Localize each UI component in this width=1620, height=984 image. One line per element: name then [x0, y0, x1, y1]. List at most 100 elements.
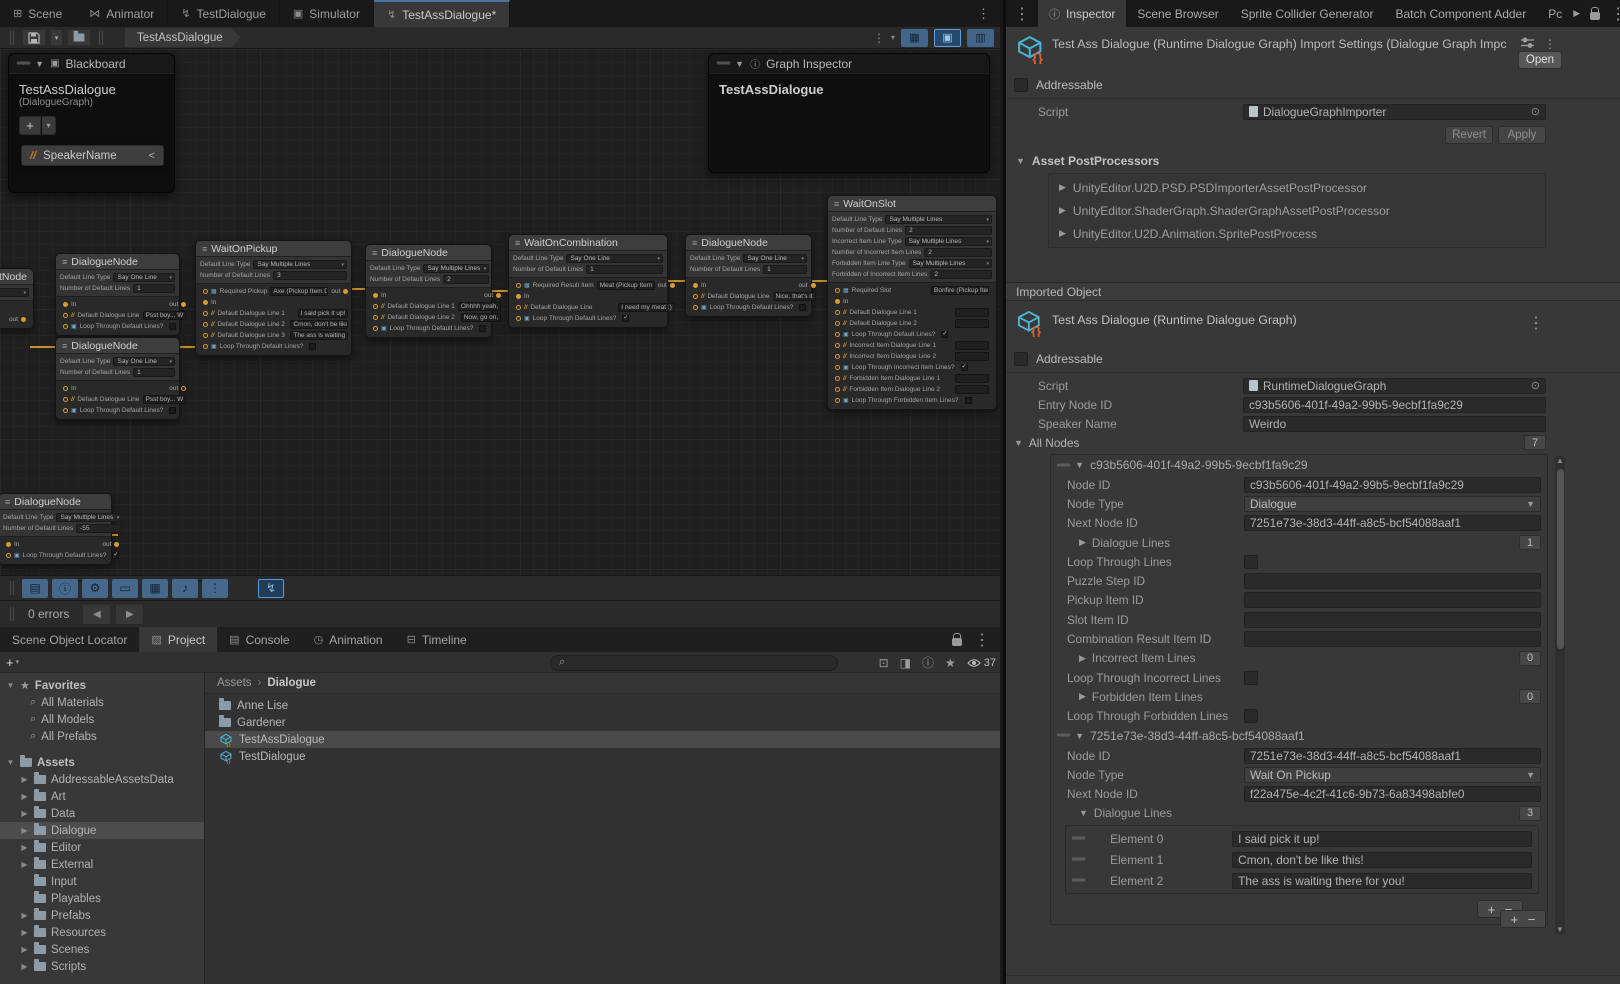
scroll-down-icon[interactable]: ▼ — [1555, 925, 1565, 934]
foldout-caret-icon[interactable]: ▶ — [20, 809, 29, 818]
port[interactable] — [516, 283, 521, 288]
hidden-count-toggle[interactable]: 37 — [967, 657, 996, 669]
tab-scene-object-locator[interactable]: Scene Object Locator — [0, 627, 139, 652]
collapse-caret-icon[interactable]: ▼ — [35, 59, 44, 69]
loop-checkbox[interactable]: ✓ — [112, 552, 119, 559]
tab-scene[interactable]: ⊞Scene — [0, 0, 76, 27]
tree-assets-root[interactable]: ▼Assets — [0, 754, 204, 771]
foldout-caret-icon[interactable]: ▶ — [20, 911, 29, 920]
tree-folder-editor[interactable]: ▶Editor — [0, 839, 204, 856]
file-row-testassdialogue[interactable]: {} TestAssDialogue — [205, 731, 1000, 748]
foldout-caret-icon[interactable]: ▶ — [20, 928, 29, 937]
node-start-partial[interactable]: rtNode out — [0, 268, 34, 329]
file-row-testdialogue[interactable]: {} TestDialogue — [205, 748, 1000, 765]
layout-button[interactable]: ▦ — [142, 579, 168, 598]
tree-all-models[interactable]: ⌕All Models — [0, 711, 204, 728]
port[interactable] — [835, 376, 840, 381]
kebab-menu-icon[interactable]: ⋮ — [974, 630, 990, 650]
tree-folder-scenes[interactable]: ▶Scenes — [0, 941, 204, 958]
node-dialogue-2[interactable]: ≡DialogueNode Default Line TypeSay One L… — [55, 337, 180, 420]
tab-project[interactable]: ▨Project — [139, 627, 217, 652]
port[interactable] — [693, 305, 698, 310]
port[interactable] — [6, 553, 11, 558]
next-node-id-field[interactable]: f22a475e-4c2f-41c6-9b73-6a83498abfe0 — [1244, 786, 1541, 802]
add-variable-button[interactable]: + — [19, 116, 41, 135]
tree-folder-prefabs[interactable]: ▶Prefabs — [0, 907, 204, 924]
alert-icon[interactable]: ⓘ — [922, 654, 934, 671]
dialogue-line-field[interactable]: The ass is waiting there for — [290, 331, 348, 340]
expand-icon[interactable]: < — [149, 150, 155, 162]
port[interactable] — [203, 311, 208, 316]
tree-all-prefabs[interactable]: ⌕All Prefabs — [0, 728, 204, 745]
foldout-caret-icon[interactable]: ▶ — [20, 962, 29, 971]
foldout-caret-icon[interactable]: ▶ — [20, 826, 29, 835]
forbidden-count-field[interactable]: 2 — [930, 270, 992, 279]
incorrect-line-type-dropdown[interactable]: Say Multiple Lines — [905, 237, 992, 246]
postprocessor-item[interactable]: ▶UnityEditor.U2D.Animation.SpritePostPro… — [1049, 222, 1545, 245]
out-port[interactable] — [114, 542, 119, 547]
tab-batch-component-adder[interactable]: Batch Component Adder — [1384, 0, 1537, 27]
incorrect-count-field[interactable]: 2 — [924, 248, 992, 257]
addressable-checkbox[interactable] — [1014, 78, 1028, 92]
port[interactable] — [373, 315, 378, 320]
node-dialogue-4[interactable]: ≡DialogueNode Default Line TypeSay One L… — [685, 234, 812, 317]
search-saved-icon[interactable]: ⊡ — [879, 656, 889, 670]
in-port[interactable] — [63, 386, 68, 391]
breadcrumb-current[interactable]: Dialogue — [267, 677, 316, 689]
speaker-name-field[interactable]: Weirdo — [1243, 416, 1546, 432]
node-dialogue-5[interactable]: ≡DialogueNode Default Line TypeSay Multi… — [0, 493, 112, 565]
line-type-dropdown[interactable]: Say Multiple Lines — [423, 264, 489, 273]
drag-handle-icon[interactable]: ══ — [1057, 460, 1069, 471]
script-object-field[interactable]: RuntimeDialogueGraph⊙ — [1243, 378, 1546, 394]
tab-testassdialogue[interactable]: ↯TestAssDialogue* — [374, 0, 510, 27]
all-nodes-foldout[interactable]: ▼ All Nodes 7 — [1006, 433, 1620, 452]
node-entry-header[interactable]: ══ ▼ c93b5606-401f-49a2-99b5-9ecbf1fa9c2… — [1051, 455, 1547, 475]
foldout-caret-icon[interactable]: ▶ — [20, 860, 29, 869]
node-menu-icon[interactable]: ≡ — [62, 257, 67, 267]
remove-node-button[interactable]: − — [1528, 912, 1536, 927]
loop-checkbox[interactable] — [169, 407, 176, 414]
line-type-dropdown[interactable]: Say One Line — [113, 273, 175, 282]
drag-grip[interactable] — [10, 581, 14, 595]
lock-icon[interactable] — [1590, 12, 1600, 20]
loop-forbidden-checkbox[interactable] — [1244, 709, 1258, 723]
presets-sliders-icon[interactable] — [1521, 37, 1534, 49]
tree-folder-art[interactable]: ▶Art — [0, 788, 204, 805]
port[interactable] — [835, 365, 840, 370]
line-count-field[interactable]: 1 — [133, 284, 175, 293]
tab-scene-browser[interactable]: Scene Browser — [1126, 0, 1229, 27]
dialogue-line-field[interactable] — [955, 352, 989, 361]
node-menu-icon[interactable]: ≡ — [515, 238, 520, 248]
line-type-dropdown[interactable] — [0, 288, 29, 297]
add-node-button[interactable]: + — [1511, 912, 1519, 927]
port[interactable] — [835, 387, 840, 392]
element-value-field[interactable]: I said pick it up! — [1232, 831, 1532, 847]
port[interactable] — [835, 288, 840, 293]
drag-handle-icon[interactable]: ══ — [1072, 854, 1084, 865]
dialogue-line-field[interactable]: Cmon, don't be like this! — [290, 320, 348, 329]
info-button[interactable]: ⓘ — [52, 579, 78, 598]
in-port[interactable] — [516, 294, 521, 299]
line-count-field[interactable]: 1 — [763, 265, 807, 274]
required-result-object-field[interactable]: Meat (Pickup Item Data)⊙ — [597, 281, 655, 290]
dialogue-line-field[interactable]: I said pick it up! — [298, 309, 349, 318]
in-port[interactable] — [835, 299, 840, 304]
line-type-dropdown[interactable]: Say One Line — [566, 254, 663, 263]
project-search-input[interactable] — [570, 657, 829, 669]
lock-icon[interactable] — [952, 638, 962, 646]
port[interactable] — [203, 344, 208, 349]
tree-folder-data[interactable]: ▶Data — [0, 805, 204, 822]
loop-incorrect-checkbox[interactable] — [1244, 671, 1258, 685]
minimap-toggle-button[interactable]: ▦ — [901, 29, 928, 47]
tree-folder-external[interactable]: ▶External — [0, 856, 204, 873]
dialogue-line-field[interactable]: Now, go on, — [461, 313, 501, 322]
kebab-menu-icon[interactable]: ⋮ — [1006, 0, 1038, 27]
port[interactable] — [516, 305, 521, 310]
dialogue-line-field[interactable] — [955, 374, 989, 383]
save-button[interactable] — [22, 29, 46, 46]
port[interactable] — [203, 322, 208, 327]
add-element-button[interactable]: + — [1488, 902, 1496, 917]
node-entry-header[interactable]: ══ ▼ 7251e73e-38d3-44ff-a8c5-bcf54088aaf… — [1051, 726, 1547, 746]
more-button[interactable]: ⋮ — [202, 579, 228, 598]
tab-console[interactable]: ▤Console — [217, 627, 301, 652]
